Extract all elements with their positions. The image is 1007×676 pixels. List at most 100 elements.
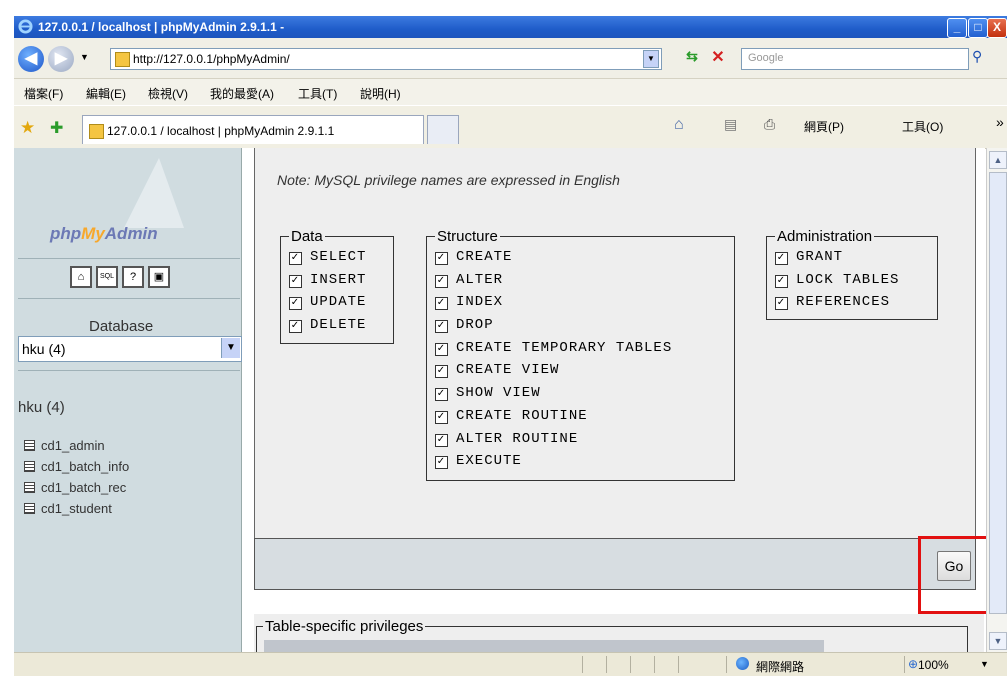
tools-menu[interactable]: 工具(O) [902,118,943,135]
tab-phpmyadmin[interactable]: 127.0.0.1 / localhost | phpMyAdmin 2.9.1… [82,115,424,144]
checkbox-checked-icon[interactable]: ✓ [289,297,302,311]
table-icon[interactable] [24,440,35,451]
privilege-label: SHOW VIEW [456,385,541,402]
privilege-checkbox-delete[interactable]: ✓ DELETE [289,317,385,340]
favorites-star-icon[interactable]: ★ [20,118,35,138]
checkbox-checked-icon[interactable]: ✓ [435,252,448,265]
checkbox-checked-icon[interactable]: ✓ [435,410,448,424]
menu-view[interactable]: 檢視(V) [148,85,188,102]
privilege-checkbox-create-temporary-tables[interactable]: ✓ CREATE TEMPORARY TABLES [435,340,726,363]
main-frame: Note: MySQL privilege names are expresse… [242,148,1007,659]
table-name[interactable]: cd1_batch_info [41,459,129,474]
checkbox-checked-icon[interactable]: ✓ [435,456,448,470]
minimize-button[interactable]: _ [947,18,967,38]
table-name[interactable]: cd1_student [41,501,112,516]
page-menu[interactable]: 網頁(P) [804,118,844,135]
checkbox-checked-icon[interactable]: ✓ [435,297,448,311]
address-bar[interactable]: http://127.0.0.1/phpMyAdmin/ ▼ [110,48,662,70]
add-favorite-icon[interactable]: ✚ [50,118,63,138]
privilege-checkbox-update[interactable]: ✓ UPDATE [289,294,385,317]
privilege-checkbox-create-view[interactable]: ✓ CREATE VIEW [435,362,726,385]
table-link[interactable]: cd1_batch_info [24,459,129,474]
checkbox-checked-icon[interactable]: ✓ [289,274,302,288]
table-link[interactable]: cd1_batch_rec [24,480,126,495]
chevron-down-icon[interactable]: ▼ [221,338,240,358]
privilege-checkbox-lock-tables[interactable]: ✓ LOCK TABLES [775,272,929,295]
history-dropdown-icon[interactable]: ▼ [80,52,89,62]
privilege-checkbox-alter[interactable]: ✓ ALTER [435,272,726,295]
privilege-checkbox-create[interactable]: ✓ CREATE [435,249,726,272]
privilege-checkbox-show-view[interactable]: ✓ SHOW VIEW [435,385,726,408]
menu-edit[interactable]: 編輯(E) [86,85,126,102]
menu-favorites[interactable]: 我的最愛(A) [210,85,274,102]
checkbox-checked-icon[interactable]: ✓ [435,320,448,334]
zoom-level[interactable]: 100% [918,658,949,672]
table-icon[interactable] [24,503,35,514]
search-icon[interactable]: ⚲ [972,48,992,68]
address-text: http://127.0.0.1/phpMyAdmin/ [133,52,290,66]
privilege-checkbox-insert[interactable]: ✓ INSERT [289,272,385,295]
refresh-icon[interactable]: ⇆ [682,48,702,68]
privilege-checkbox-index[interactable]: ✓ INDEX [435,294,726,317]
divider [18,298,240,299]
checkbox-checked-icon[interactable]: ✓ [775,252,788,265]
table-link[interactable]: cd1_student [24,501,112,516]
table-icon[interactable] [24,482,35,493]
privilege-checkbox-select[interactable]: ✓ SELECT [289,249,385,272]
new-tab-button[interactable] [427,115,459,144]
scroll-up-icon[interactable]: ▲ [989,151,1007,169]
privilege-checkbox-references[interactable]: ✓ REFERENCES [775,294,929,317]
privilege-checkbox-alter-routine[interactable]: ✓ ALTER ROUTINE [435,431,726,454]
privilege-checkbox-create-routine[interactable]: ✓ CREATE ROUTINE [435,408,726,431]
maximize-button[interactable]: □ [968,18,988,38]
checkbox-checked-icon[interactable]: ✓ [435,365,448,379]
home-icon[interactable]: ⌂ [674,116,684,134]
menu-tools[interactable]: 工具(T) [298,85,337,102]
table-name[interactable]: cd1_admin [41,438,105,453]
checkbox-checked-icon[interactable]: ✓ [435,274,448,288]
address-toolbar: ◀ ▶ ▼ http://127.0.0.1/phpMyAdmin/ ▼ ⇆ ✕… [14,38,1007,79]
privilege-checkbox-grant[interactable]: ✓ GRANT [775,249,929,272]
security-zone-label: 網際網路 [756,660,805,674]
close-button[interactable]: X [987,18,1007,38]
sql-icon[interactable]: SQL [96,266,118,288]
scroll-down-icon[interactable]: ▼ [989,632,1007,650]
privilege-checkbox-drop[interactable]: ✓ DROP [435,317,726,340]
menu-help[interactable]: 說明(H) [360,85,401,102]
back-button[interactable]: ◀ [18,46,44,72]
checkbox-checked-icon[interactable]: ✓ [289,252,302,265]
status-divider [726,656,727,673]
stop-icon[interactable]: ✕ [708,47,728,67]
checkbox-checked-icon[interactable]: ✓ [435,433,448,447]
table-link[interactable]: cd1_admin [24,438,105,453]
phpmyadmin-logo[interactable]: phpMyAdmin [50,224,158,244]
logo-admin: Admin [104,224,158,243]
table-name[interactable]: cd1_batch_rec [41,480,126,495]
docs-icon[interactable]: ? [122,266,144,288]
window-title: 127.0.0.1 / localhost | phpMyAdmin 2.9.1… [38,20,285,34]
menu-file[interactable]: 檔案(F) [24,85,63,102]
database-heading[interactable]: hku (4) [18,399,65,416]
privilege-checkbox-execute[interactable]: ✓ EXECUTE [435,453,726,476]
checkbox-checked-icon[interactable]: ✓ [435,388,448,402]
internet-zone-icon [736,657,749,670]
zoom-icon[interactable]: ⊕ [908,657,918,671]
database-select[interactable]: hku (4) ▼ [18,336,242,362]
zoom-dropdown-icon[interactable]: ▼ [980,659,989,669]
form-action-bar [254,538,976,590]
checkbox-checked-icon[interactable]: ✓ [775,274,788,288]
search-input[interactable]: Google [741,48,969,70]
print-icon[interactable]: ⎙ [764,116,775,133]
checkbox-checked-icon[interactable]: ✓ [435,342,448,356]
more-chevron-icon[interactable]: » [996,114,1004,130]
checkbox-checked-icon[interactable]: ✓ [289,320,302,334]
feeds-icon[interactable]: ▤ [724,116,737,133]
address-dropdown-icon[interactable]: ▼ [643,50,659,68]
forward-button[interactable]: ▶ [48,46,74,72]
checkbox-checked-icon[interactable]: ✓ [775,297,788,311]
vertical-scrollbar[interactable]: ▲ ▼ [986,148,1007,652]
query-window-icon[interactable]: ▣ [148,266,170,288]
scroll-thumb[interactable] [989,172,1007,614]
home-icon[interactable]: ⌂ [70,266,92,288]
table-icon[interactable] [24,461,35,472]
